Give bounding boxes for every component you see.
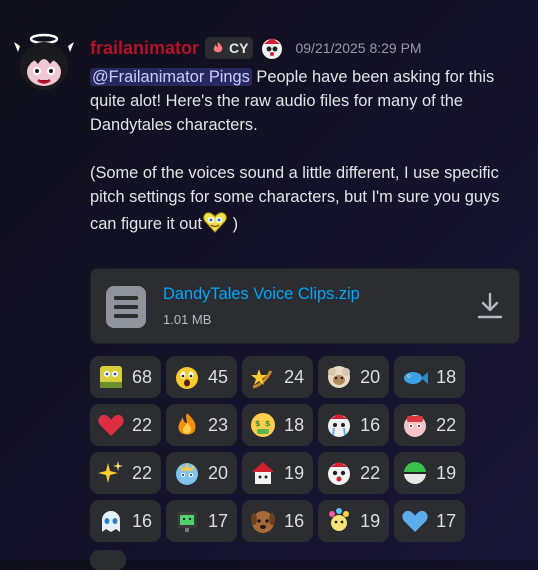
file-attachment[interactable]: DandyTales Voice Clips.zip 1.01 MB [90, 268, 520, 344]
reaction-count: 22 [360, 462, 381, 483]
reaction-pink-character[interactable]: 22 [394, 404, 466, 446]
reactions-bar: 68 45 24 20 18 22 23 $ $ 18 16 22 22 20 … [90, 356, 500, 542]
message-paragraph-1: @Frailanimator Pings People have been as… [90, 65, 520, 137]
reaction-count: 45 [208, 366, 229, 387]
sheep-emoji-icon [328, 366, 351, 388]
reaction-sparkles[interactable]: 22 [90, 452, 162, 494]
attachment-file-size: 1.01 MB [163, 312, 212, 327]
reaction-count: 22 [132, 462, 153, 483]
reaction-dog-character[interactable]: 16 [242, 500, 314, 542]
reaction-count: 23 [208, 414, 229, 435]
reaction-count: 22 [436, 414, 457, 435]
reaction-clown-character[interactable]: 22 [318, 452, 390, 494]
blue-character-emoji-icon [176, 463, 199, 485]
clan-tag[interactable]: CY [205, 37, 254, 59]
clan-tag-label: CY [229, 40, 249, 56]
clown-character-emoji-icon [328, 462, 351, 485]
house-character-emoji-icon [252, 462, 275, 484]
reaction-count: 17 [436, 510, 457, 531]
blue-heart-emoji-icon [402, 510, 428, 532]
reaction-count: 16 [132, 510, 153, 531]
username[interactable]: frailanimator [90, 38, 199, 59]
sponge-emoji-icon [100, 366, 122, 388]
reaction-count: 18 [436, 366, 457, 387]
sparkles-emoji-icon [98, 461, 123, 483]
reaction-count: 24 [284, 366, 305, 387]
message-text-2-end: ) [228, 215, 239, 233]
reaction-green-ball[interactable]: 19 [394, 452, 466, 494]
reaction-count: 18 [284, 414, 305, 435]
reaction-count: 20 [208, 462, 229, 483]
message-text-2: (Some of the voices sound a little diffe… [90, 164, 500, 233]
reaction-fish[interactable]: 18 [394, 356, 466, 398]
fish-emoji-icon [404, 372, 429, 384]
reaction-fire[interactable]: 23 [166, 404, 238, 446]
reaction-count: 16 [360, 414, 381, 435]
reaction-count: 19 [436, 462, 457, 483]
reaction-count: 17 [208, 510, 229, 531]
reaction-sheep[interactable]: 20 [318, 356, 390, 398]
reaction-blue-character[interactable]: 20 [166, 452, 238, 494]
message-header: frailanimator CY 09/21/2025 8:29 PM [90, 36, 422, 60]
reaction-shocked-face[interactable]: 45 [166, 356, 238, 398]
reaction-count: 16 [284, 510, 305, 531]
robot-character-emoji-icon [177, 512, 198, 532]
user-avatar[interactable] [12, 30, 76, 94]
flower-character-emoji-icon [329, 508, 350, 531]
reaction-count: 20 [360, 366, 381, 387]
reaction-ghost-character[interactable]: 16 [90, 500, 162, 542]
role-mention[interactable]: @Frailanimator Pings [90, 68, 252, 86]
crying-character-emoji-icon [328, 414, 351, 437]
reaction-count: 19 [284, 462, 305, 483]
reaction-flower-character[interactable]: 19 [318, 500, 390, 542]
reaction-count: 19 [360, 510, 381, 531]
money-mouth-emoji-icon: $ $ [251, 413, 276, 437]
svg-text:$: $ [265, 419, 271, 428]
ghost-character-emoji-icon [102, 511, 120, 532]
fire-emoji-icon [178, 413, 196, 435]
clan-flame-icon [213, 42, 223, 53]
timestamp: 09/21/2025 8:29 PM [295, 40, 422, 56]
svg-text:$: $ [255, 419, 261, 428]
reaction-house-character[interactable]: 19 [242, 452, 314, 494]
sponge-heart-emoji[interactable] [202, 209, 228, 235]
profile-badge-icon[interactable] [259, 35, 285, 61]
reaction-robot-character[interactable]: 17 [166, 500, 238, 542]
shooting-star-emoji-icon [251, 369, 273, 389]
attachment-file-name[interactable]: DandyTales Voice Clips.zip [163, 285, 360, 304]
file-archive-icon [106, 286, 146, 328]
download-icon[interactable] [475, 291, 505, 321]
reaction-money-mouth[interactable]: $ $ 18 [242, 404, 314, 446]
message-content: @Frailanimator Pings People have been as… [90, 65, 520, 236]
reaction-sponge[interactable]: 68 [90, 356, 162, 398]
reaction-shooting-star[interactable]: 24 [242, 356, 314, 398]
message-paragraph-2: (Some of the voices sound a little diffe… [90, 161, 520, 236]
reaction-count: 68 [132, 366, 153, 387]
red-heart-emoji-icon [98, 414, 124, 436]
dog-character-emoji-icon [251, 511, 276, 533]
shocked-face-emoji-icon [176, 367, 199, 389]
green-ball-emoji-icon [404, 462, 427, 484]
reaction-red-heart[interactable]: 22 [90, 404, 162, 446]
reaction-crying-character[interactable]: 16 [318, 404, 390, 446]
pink-character-emoji-icon [404, 415, 427, 437]
reaction-partial[interactable] [90, 550, 126, 570]
reaction-count: 22 [132, 414, 153, 435]
reaction-blue-heart[interactable]: 17 [394, 500, 466, 542]
